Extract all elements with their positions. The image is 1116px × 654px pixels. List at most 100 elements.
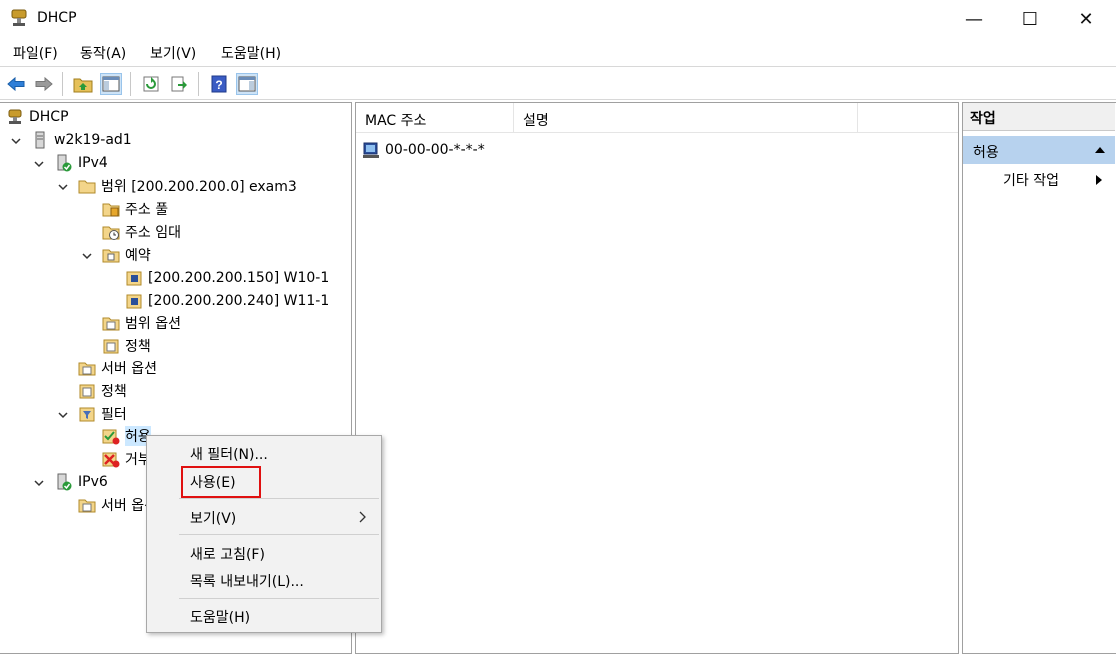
reservation-icon [126, 294, 142, 309]
tree-label: 범위 옵션 [125, 316, 181, 332]
filter-icon [79, 407, 95, 422]
dhcp-icon [8, 109, 22, 124]
address-leases-icon [102, 226, 120, 240]
tree-label: IPv4 [78, 155, 108, 171]
menu-file[interactable]: 파일(F) [13, 43, 58, 63]
chevron-down-icon[interactable] [57, 409, 69, 421]
tree-label: 범위 [200.200.200.0] exam3 [101, 179, 297, 195]
folder-icon [78, 180, 96, 194]
menu-bar: 파일(F) 동작(A) 보기(V) 도움말(H) [0, 38, 1116, 66]
tree-node-reservation-1[interactable]: [200.200.200.150] W10-1 [125, 267, 329, 289]
network-device-icon [363, 142, 379, 158]
tree-node-reservations[interactable]: 예약 [102, 244, 151, 266]
tree-label: 정책 [125, 339, 151, 355]
svg-text:?: ? [215, 78, 222, 92]
up-folder-icon[interactable] [72, 73, 94, 95]
submenu-arrow-icon [359, 511, 366, 523]
ipv6-server-check-icon [57, 473, 72, 491]
tree-label: [200.200.200.150] W10-1 [148, 270, 330, 286]
column-mac-address[interactable]: MAC 주소 [356, 103, 514, 133]
tree-node-scope-options[interactable]: 범위 옵션 [102, 312, 181, 334]
actions-section-allow[interactable]: 허용 [963, 136, 1115, 164]
allow-filter-icon [102, 429, 120, 445]
tree-label: 서버 옵션 [101, 361, 157, 377]
list-item[interactable]: 00-00-00-*-*-* [362, 139, 485, 161]
mac-address-value: 00-00-00-*-*-* [385, 142, 485, 158]
refresh-icon[interactable] [140, 73, 162, 95]
result-list: MAC 주소 설명 00-00-00-*-*-* [355, 102, 959, 654]
context-menu-view[interactable]: 보기(V) [190, 508, 236, 528]
tree-label: IPv6 [78, 474, 108, 490]
tree-label: 정책 [101, 384, 127, 400]
tree-node-ipv4[interactable]: IPv4 [55, 152, 108, 174]
tree-node-server[interactable]: w2k19-ad1 [31, 129, 132, 151]
title-bar: DHCP — ☐ ✕ [0, 0, 1116, 38]
chevron-down-icon[interactable] [33, 477, 45, 489]
show-hide-action-pane-icon[interactable] [236, 73, 258, 95]
tree-node-server-options[interactable]: 서버 옵션 [78, 357, 157, 379]
column-description[interactable]: 설명 [514, 103, 858, 133]
server-options-icon [78, 499, 96, 513]
collapse-up-icon [1095, 147, 1105, 153]
tree-label: 주소 풀 [125, 202, 169, 218]
tree-node-scope-policies[interactable]: 정책 [102, 335, 151, 357]
tree-node-scope[interactable]: 범위 [200.200.200.0] exam3 [78, 175, 297, 197]
back-arrow-icon[interactable] [5, 73, 27, 95]
menu-view[interactable]: 보기(V) [150, 43, 196, 63]
context-menu-help[interactable]: 도움말(H) [190, 607, 250, 627]
actions-title: 작업 [963, 103, 1115, 131]
ipv4-server-check-icon [57, 154, 72, 172]
tree-node-dhcp[interactable]: DHCP [6, 106, 69, 128]
reservations-icon [102, 249, 120, 263]
more-actions-item[interactable]: 기타 작업 [1003, 170, 1059, 190]
tree-label: 필터 [101, 407, 127, 423]
context-menu-refresh[interactable]: 새로 고침(F) [190, 544, 265, 564]
server-icon [35, 131, 45, 149]
server-options-icon [78, 362, 96, 376]
context-menu-export-list[interactable]: 목록 내보내기(L)... [190, 571, 304, 591]
tree-label: [200.200.200.240] W11-1 [148, 293, 330, 309]
scope-options-icon [102, 317, 120, 331]
tree-node-deny[interactable]: 거부 [102, 448, 151, 470]
actions-section-label: 허용 [973, 145, 999, 161]
more-actions-label: 기타 작업 [1003, 173, 1059, 189]
chevron-down-icon[interactable] [57, 181, 69, 193]
tree-node-allow[interactable]: 허용 [102, 425, 151, 447]
reservation-icon [126, 271, 142, 286]
minimize-button[interactable]: — [946, 0, 1002, 38]
export-list-icon[interactable] [168, 73, 190, 95]
deny-filter-icon [102, 452, 120, 468]
context-menu: 새 필터(N)... 사용(E) 보기(V) 새로 고침(F) 목록 내보내기(… [146, 435, 382, 633]
actions-pane: 작업 허용 기타 작업 [962, 102, 1116, 654]
submenu-arrow-icon [1096, 175, 1102, 185]
chevron-down-icon[interactable] [33, 158, 45, 170]
context-menu-new-filter[interactable]: 새 필터(N)... [190, 444, 268, 464]
tree-label: 주소 임대 [125, 225, 181, 241]
show-hide-console-tree-icon[interactable] [100, 73, 122, 95]
menu-help[interactable]: 도움말(H) [221, 43, 281, 63]
help-icon[interactable]: ? [208, 73, 230, 95]
tree-node-address-leases[interactable]: 주소 임대 [102, 221, 181, 243]
policy-icon [103, 339, 119, 354]
column-header-row: MAC 주소 설명 [356, 103, 958, 133]
tree-node-address-pool[interactable]: 주소 풀 [102, 198, 168, 220]
maximize-button[interactable]: ☐ [1002, 0, 1058, 38]
tree-node-ipv6[interactable]: IPv6 [55, 471, 108, 493]
tree-label: DHCP [29, 109, 69, 125]
chevron-down-icon[interactable] [10, 135, 22, 147]
tree-node-filters[interactable]: 필터 [78, 403, 127, 425]
tree-label: w2k19-ad1 [54, 132, 132, 148]
policy-icon [79, 384, 95, 399]
dhcp-app-icon [11, 9, 27, 26]
window-title: DHCP [37, 10, 77, 26]
highlight-annotation [181, 466, 261, 498]
address-pool-icon [102, 203, 120, 217]
toolbar: ? [0, 66, 1116, 100]
tree-label: 예약 [125, 248, 151, 264]
close-button[interactable]: ✕ [1058, 0, 1114, 38]
tree-node-policies[interactable]: 정책 [78, 380, 127, 402]
chevron-down-icon[interactable] [81, 250, 93, 262]
menu-action[interactable]: 동작(A) [80, 43, 126, 63]
tree-node-reservation-2[interactable]: [200.200.200.240] W11-1 [125, 290, 329, 312]
forward-arrow-icon[interactable] [33, 73, 55, 95]
